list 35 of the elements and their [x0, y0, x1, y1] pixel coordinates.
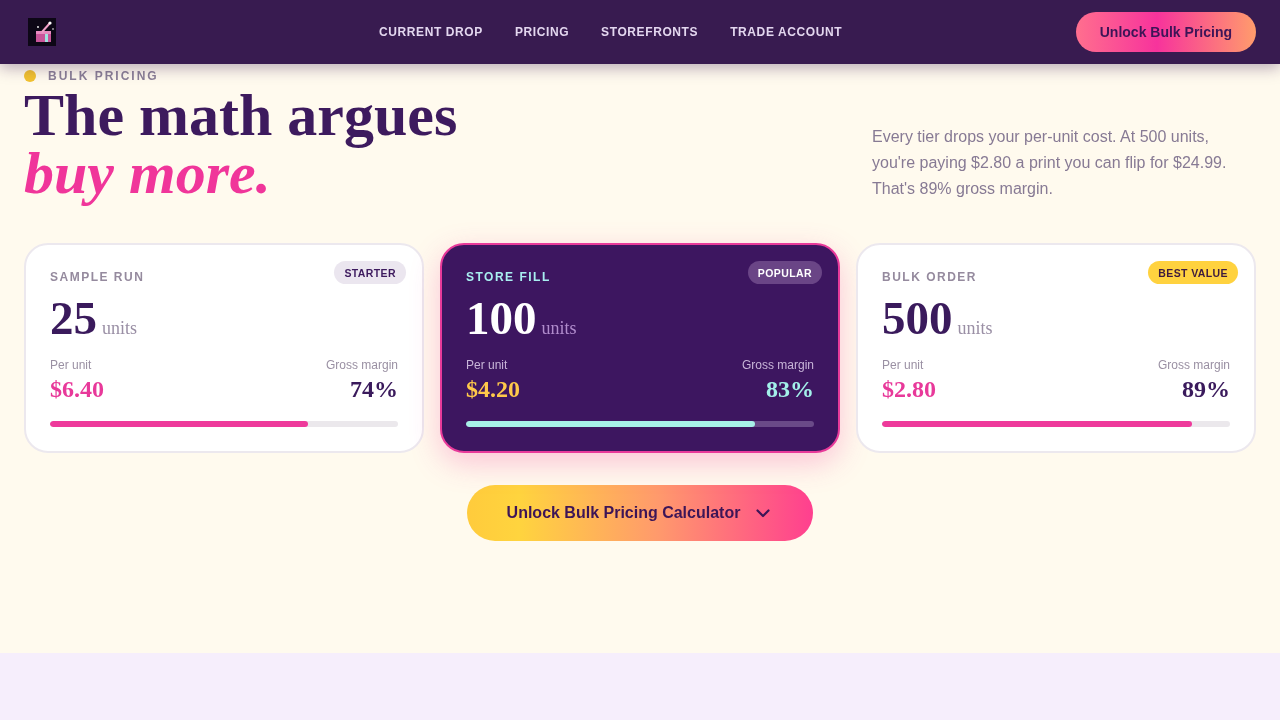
nav-link[interactable]: CURRENT DROP	[379, 25, 483, 39]
per-unit-label: Per unit	[50, 357, 92, 373]
tier-quantity: 500	[882, 295, 953, 341]
tier-name: STORE FILL	[466, 269, 551, 285]
per-unit-label: Per unit	[466, 357, 508, 373]
per-unit-price: $4.20	[466, 375, 520, 403]
tier-badge: POPULAR	[747, 261, 822, 284]
quantity-unit: units	[541, 318, 577, 339]
nav-link[interactable]: PRICING	[514, 25, 570, 39]
tier-name: BULK ORDER	[882, 269, 977, 285]
dot-icon	[24, 70, 36, 82]
chevron-down-icon	[756, 508, 771, 518]
unlock-pricing-button[interactable]: Unlock Bulk Pricing	[1075, 12, 1256, 52]
per-unit-label: Per unit	[882, 357, 924, 373]
tier-quantity: 100	[466, 295, 537, 341]
margin-value: 83%	[766, 375, 814, 403]
margin-value: 74%	[350, 375, 398, 403]
nav-link[interactable]: TRADE ACCOUNT	[730, 25, 843, 39]
quantity-unit: units	[102, 318, 137, 339]
calculator-button[interactable]: Unlock Bulk Pricing Calculator	[466, 485, 814, 541]
margin-value: 89%	[1182, 375, 1230, 403]
logo-icon[interactable]	[28, 18, 56, 46]
margin-label: Gross margin	[325, 357, 398, 373]
tier-badge: BEST VALUE	[1148, 261, 1238, 284]
margin-label: Gross margin	[741, 357, 814, 373]
nav-link[interactable]: STOREFRONTS	[601, 25, 699, 39]
section-eyebrow: BULK PRICING	[48, 69, 159, 83]
tier-name: SAMPLE RUN	[50, 269, 145, 285]
margin-label: Gross margin	[1157, 357, 1230, 373]
per-unit-price: $6.40	[50, 375, 104, 403]
quantity-unit: units	[957, 318, 993, 339]
tier-badge: STARTER	[334, 261, 406, 284]
per-unit-price: $2.80	[882, 375, 936, 403]
description-text: Every tier drops your per-unit cost. At 500 units, you're paying $2.80 a print you can flip for $24.99. That's 89% gross margin.	[872, 127, 1228, 199]
tier-quantity: 25	[50, 295, 97, 341]
